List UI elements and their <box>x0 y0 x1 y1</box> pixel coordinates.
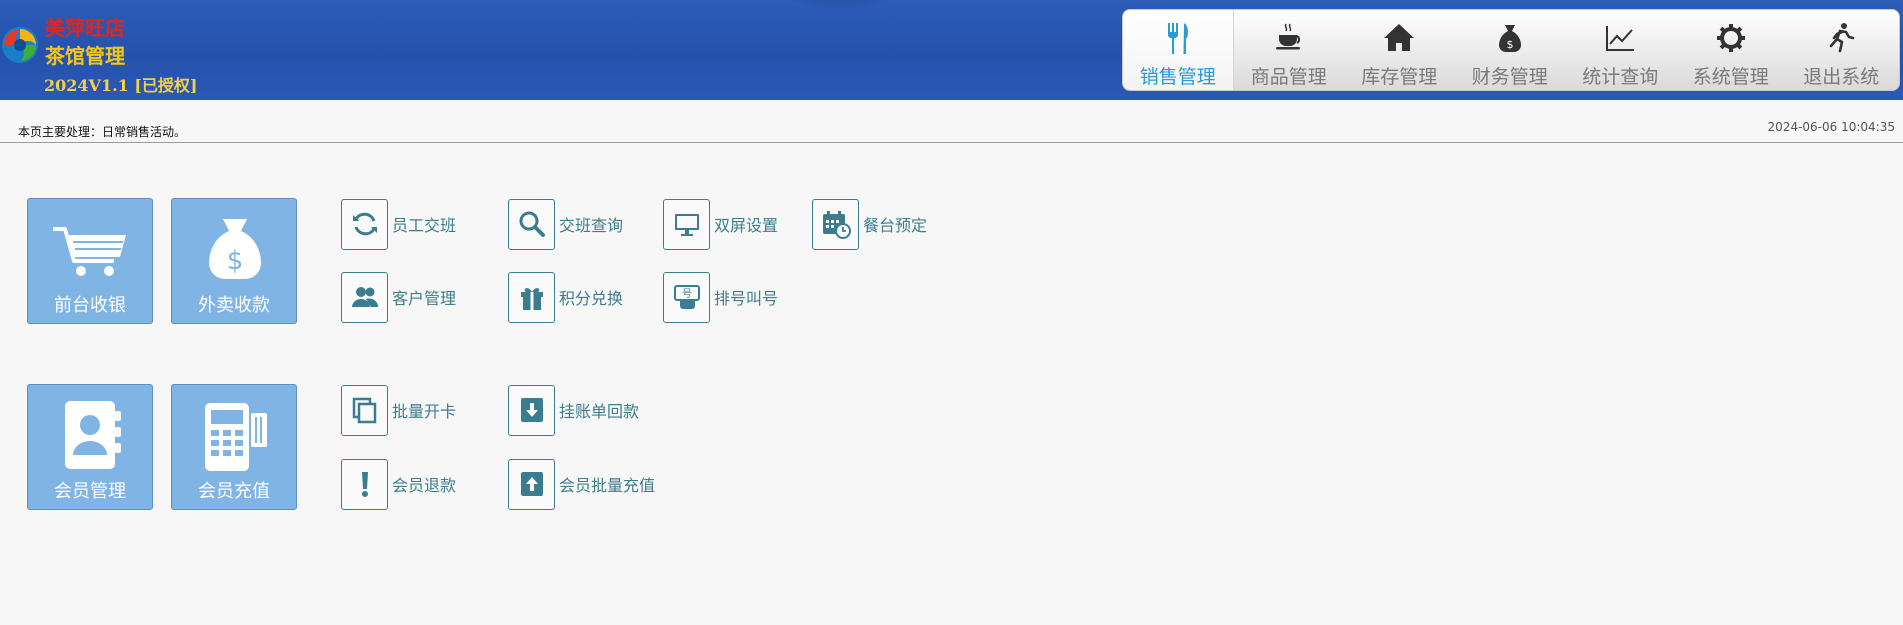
exclamation-icon <box>361 472 368 497</box>
nav-goods-label: 商品管理 <box>1250 66 1327 88</box>
nav-goods[interactable]: 商品管理 <box>1234 10 1345 90</box>
shortcut-customer-management[interactable]: 客户管理 <box>341 271 456 323</box>
nav-exit-label: 退出系统 <box>1803 66 1880 88</box>
search-icon <box>519 211 545 237</box>
shortcut-credit-repayment[interactable]: 挂账单回款 <box>508 384 639 436</box>
tile-member-management[interactable]: 会员管理 <box>27 384 153 510</box>
page-description: 本页主要处理：日常销售活动。 <box>18 125 187 139</box>
tile-front-cashier[interactable]: 前台收银 <box>27 198 153 324</box>
shortcut-staff-handover[interactable]: 员工交班 <box>341 198 456 250</box>
shortcut-batch-card-issue[interactable]: 批量开卡 <box>341 384 456 436</box>
member-book-icon <box>65 401 121 469</box>
svg-text:$: $ <box>227 246 244 276</box>
header-divider <box>0 142 1903 143</box>
brand-product: 茶馆管理 <box>45 44 125 68</box>
nav-inventory[interactable]: 库存管理 <box>1344 10 1455 90</box>
brand-version: 2024V1.1 [已授权] <box>44 76 198 95</box>
download-icon <box>520 398 543 422</box>
utensils-icon <box>1167 23 1188 54</box>
line-chart-icon <box>1606 26 1635 51</box>
shortcut-points-exchange[interactable]: 积分兑换 <box>508 271 623 323</box>
shortcut-queue-calling-label: 排号叫号 <box>714 289 779 308</box>
shortcut-queue-calling[interactable]: 号 排号叫号 <box>663 271 778 323</box>
shortcut-handover-query-label: 交班查询 <box>559 216 624 235</box>
home-icon <box>1384 24 1415 51</box>
shortcut-dual-screen[interactable]: 双屏设置 <box>663 198 778 250</box>
nav-stats[interactable]: 统计查询 <box>1565 10 1676 90</box>
nav-system[interactable]: 系统管理 <box>1676 10 1787 90</box>
shortcut-customer-management-label: 客户管理 <box>392 289 457 308</box>
shortcut-member-batch-recharge-label: 会员批量充值 <box>559 476 656 495</box>
gear-icon <box>1716 24 1745 52</box>
shortcut-member-batch-recharge[interactable]: 会员批量充值 <box>508 458 655 510</box>
copy-icon <box>352 397 376 424</box>
svg-text:号: 号 <box>682 288 692 300</box>
shortcut-table-reservation[interactable]: 餐台预定 <box>812 198 927 250</box>
gift-icon <box>520 288 543 310</box>
pos-terminal-icon <box>205 403 267 471</box>
users-icon <box>351 287 378 307</box>
current-datetime: 2024-06-06 10:04:35 <box>1767 120 1895 134</box>
nav-exit[interactable]: 退出系统 <box>1786 10 1897 90</box>
shortcut-member-refund-label: 会员退款 <box>392 476 457 495</box>
upload-icon <box>520 472 543 496</box>
shortcut-points-exchange-label: 积分兑换 <box>559 289 624 308</box>
monitor-icon <box>674 214 699 236</box>
tile-member-recharge[interactable]: 会员充值 <box>171 384 297 510</box>
header-glow <box>760 0 920 10</box>
coffee-cup-icon <box>1275 23 1300 50</box>
nav-system-label: 系统管理 <box>1692 66 1769 88</box>
tile-takeout-payment-label: 外卖收款 <box>198 295 270 316</box>
top-nav: 销售管理 商品管理 库存管理 $ 财务管理 统计查询 系统管理 退出系统 <box>1122 9 1900 91</box>
shortcut-credit-repayment-label: 挂账单回款 <box>559 402 640 421</box>
shortcut-member-refund[interactable]: 会员退款 <box>341 458 456 510</box>
tile-front-cashier-label: 前台收银 <box>54 295 126 316</box>
app-logo-icon <box>2 27 38 63</box>
brand-name: 美萍旺店 <box>45 16 125 40</box>
nav-finance[interactable]: $ 财务管理 <box>1455 10 1566 90</box>
money-bag-icon: $ <box>1498 25 1521 52</box>
refresh-icon <box>352 212 377 236</box>
shortcut-batch-card-issue-label: 批量开卡 <box>392 402 457 421</box>
nav-stats-label: 统计查询 <box>1582 66 1659 88</box>
tile-member-recharge-label: 会员充值 <box>198 481 270 502</box>
shopping-cart-icon <box>53 227 126 276</box>
app-header: 美萍旺店 茶馆管理 2024V1.1 [已授权] 销售管理 商品管理 库存管理 … <box>0 0 1903 100</box>
shortcut-dual-screen-label: 双屏设置 <box>714 216 779 235</box>
nav-inventory-label: 库存管理 <box>1361 66 1438 88</box>
nav-sales-label: 销售管理 <box>1139 66 1216 88</box>
shortcut-handover-query[interactable]: 交班查询 <box>508 198 623 250</box>
shortcut-staff-handover-label: 员工交班 <box>392 216 457 235</box>
shortcut-table-reservation-label: 餐台预定 <box>863 216 928 235</box>
tile-takeout-payment[interactable]: $ 外卖收款 <box>171 198 297 324</box>
tile-member-management-label: 会员管理 <box>54 481 126 502</box>
queue-ticket-icon: 号 <box>673 285 700 309</box>
nav-sales[interactable]: 销售管理 <box>1123 10 1234 90</box>
svg-text:$: $ <box>1506 38 1513 51</box>
nav-finance-label: 财务管理 <box>1471 66 1548 88</box>
running-man-icon <box>1829 23 1855 53</box>
money-bag-icon: $ <box>209 219 261 279</box>
calendar-clock-icon <box>822 211 851 239</box>
